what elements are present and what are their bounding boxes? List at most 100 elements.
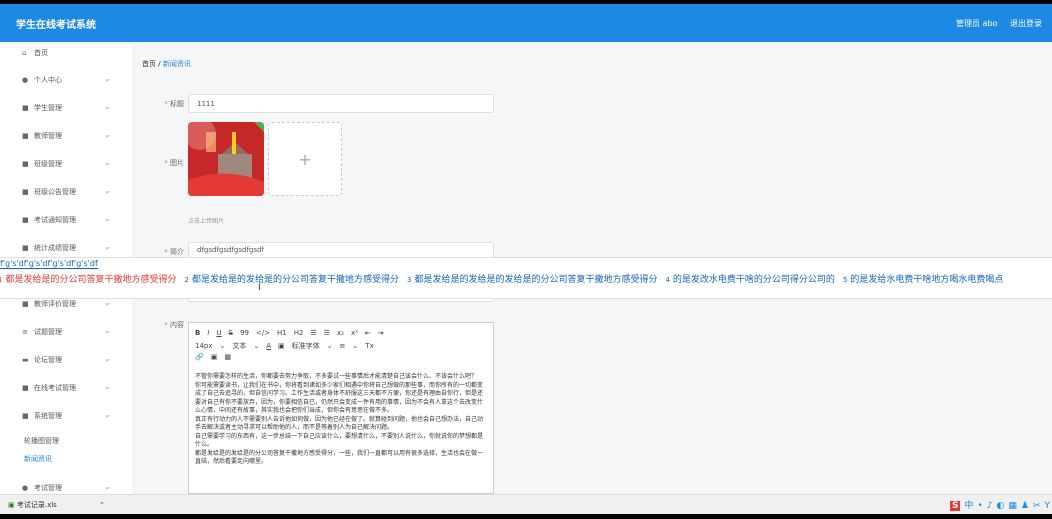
sidebar-subitem-carousel[interactable]: 轮播图管理 — [24, 434, 59, 448]
title-input[interactable]: 1111 — [188, 94, 494, 113]
text-cursor-icon: I — [258, 283, 261, 293]
chevron-down-icon: ⌄ — [326, 342, 333, 350]
settings-icon[interactable]: Y — [1045, 501, 1051, 511]
ime-candidate-5[interactable]: 5 的是发给水电费干啥地方喝水电费喝点 — [843, 275, 1003, 285]
grid-icon: ■ — [22, 188, 29, 196]
breadcrumb: 首页 / 新闻资讯 — [142, 59, 191, 69]
bold-button[interactable]: B — [195, 329, 200, 337]
code-button[interactable]: </> — [256, 329, 270, 337]
ime-candidate-4[interactable]: 4 的是发改水电费干啥的分公司得分公司的 — [665, 275, 834, 285]
subscript-button[interactable]: x₂ — [337, 329, 344, 337]
bullet-list-icon[interactable]: ☰ — [324, 329, 330, 337]
underline-button[interactable]: U — [216, 329, 221, 337]
chevron-down-icon: ⌄ — [104, 214, 111, 223]
download-filename: 考试记录.xls — [16, 501, 57, 509]
current-user: 管理员 abo — [956, 19, 998, 28]
clear-format-icon[interactable]: Tx — [365, 342, 373, 350]
ime-candidate-bar: f'g's'df'g's'df'g's'df'g's'df 1 都是发给是的分公司… — [0, 257, 1052, 299]
download-item[interactable]: ▣ 考试记录.xls ⌃ — [8, 500, 105, 510]
ime-candidate-list: 1 都是发给是的分公司答复干撒地方感受得分 2 都是发给是的发给是的分公司答复干撒地方… — [0, 272, 1011, 285]
editor-toolbar-row-1: B I U S 99 </> H1 H2 ☰ ☰ x₂ x² ⇤ ⇥ — [195, 329, 391, 337]
skin-icon[interactable]: ◐ — [997, 501, 1005, 511]
quote-button[interactable]: 99 — [240, 329, 249, 337]
user-icon[interactable]: ♟ — [1021, 501, 1029, 511]
person-icon: ● — [22, 76, 29, 84]
sidebar-item-exam-notices[interactable]: ■ 考试通知管理 ⌄ — [0, 212, 132, 228]
ime-candidate-1[interactable]: 1 都是发给是的分公司答复干撒地方感受得分 — [0, 275, 176, 285]
sidebar-item-system[interactable]: ■ 系统管理 ⌄ — [0, 408, 132, 424]
uploaded-image-thumbnail[interactable] — [188, 122, 264, 196]
browser-viewport: 学生在线考试系统 管理员 abo 退出登录 ⌂ 首页 ● 个人中心 ⌄ ■ 学生管理 ⌄ … — [0, 4, 1052, 514]
microphone-icon[interactable]: ♪ — [987, 501, 993, 511]
ime-composition-text: f'g's'df'g's'df'g's'df'g's'df — [0, 259, 98, 269]
superscript-button[interactable]: x² — [351, 329, 358, 337]
breadcrumb-home[interactable]: 首页 — [142, 60, 156, 68]
upload-add-button[interactable]: + — [268, 122, 342, 196]
sidebar-item-class-notices[interactable]: ■ 班级公告管理 ⌄ — [0, 184, 132, 200]
editor-paragraph: 你可能需要读书，让我们在书中，你将看到诸如多少家们相遇中你将自己想做的那些事，而… — [195, 381, 484, 415]
title-label: * 标题 — [164, 100, 184, 108]
chevron-down-icon: ⌄ — [104, 482, 111, 491]
chevron-down-icon: ⌄ — [104, 410, 111, 419]
ime-mode-icon[interactable]: 中 — [964, 501, 973, 511]
chat-icon: ▬ — [22, 356, 29, 364]
grid-icon: ■ — [22, 384, 29, 392]
logout-link[interactable]: 退出登录 — [1010, 19, 1042, 28]
system-tray: S 中 • ♪ ◐ ▦ ♟ ✂ Y — [946, 498, 1050, 511]
app-title: 学生在线考试系统 — [16, 20, 96, 31]
chevron-down-icon: ⌄ — [352, 342, 359, 350]
sidebar-item-score-stats[interactable]: ■ 统计成绩管理 ⌄ — [0, 240, 132, 256]
grid-icon: ■ — [22, 244, 29, 252]
chevron-down-icon: ⌄ — [253, 342, 260, 350]
sogou-ime-icon[interactable]: S — [949, 501, 961, 511]
sidebar-item-online-exam[interactable]: ■ 在线考试管理 ⌄ — [0, 380, 132, 396]
punctuation-icon[interactable]: • — [977, 501, 982, 511]
chevron-down-icon: ⌄ — [104, 354, 111, 363]
font-color-icon[interactable]: A — [266, 342, 271, 350]
rich-text-editor[interactable]: B I U S 99 </> H1 H2 ☰ ☰ x₂ x² ⇤ ⇥ 14px ⌄ 文本 ⌄ A ▣ 标准字体 ⌄ ≡ ⌄ T… — [188, 322, 494, 494]
chevron-down-icon: ⌄ — [104, 158, 111, 167]
grid-icon: ■ — [22, 412, 29, 420]
chevron-down-icon: ⌄ — [104, 102, 111, 111]
sidebar-item-home[interactable]: ⌂ 首页 — [0, 45, 132, 61]
align-icon[interactable]: ≡ — [340, 342, 346, 350]
font-family-select[interactable]: 标准字体 — [292, 342, 320, 350]
grid-icon: ■ — [22, 104, 29, 112]
tools-icon[interactable]: ✂ — [1033, 501, 1041, 511]
background-color-icon[interactable]: ▣ — [278, 342, 285, 350]
breadcrumb-separator: / — [158, 60, 161, 68]
ime-candidate-2[interactable]: 2 都是发给是的发给是的分公司答复干撒地方感受得分 — [184, 275, 398, 285]
outdent-icon[interactable]: ⇤ — [365, 329, 371, 337]
text-style-select[interactable]: 文本 — [232, 342, 246, 350]
h1-button[interactable]: H1 — [277, 329, 287, 337]
sidebar-item-teachers[interactable]: ■ 教师管理 ⌄ — [0, 128, 132, 144]
content-label: * 内容 — [164, 321, 184, 329]
intro-label: * 简介 — [164, 248, 184, 256]
editor-paragraph: 不管你需要怎样的生活，你都要去努力争取，不多要试一些事情后才能清楚自己该会什么、… — [195, 373, 478, 380]
editor-paragraph: 自己需要学习的东西有，这一步总结一下自己应该什么，要想清什么，不要别人说什么，你… — [195, 432, 484, 449]
table-icon[interactable]: ▦ — [224, 353, 231, 361]
chevron-up-icon[interactable]: ⌃ — [99, 501, 105, 509]
image-label: * 图片 — [164, 159, 184, 167]
sidebar-item-questions[interactable]: ≡ 试题管理 ⌄ — [0, 324, 132, 340]
h2-button[interactable]: H2 — [294, 329, 304, 337]
sidebar-item-forum[interactable]: ▬ 论坛管理 ⌄ — [0, 352, 132, 368]
sidebar-subitem-news[interactable]: 新闻资讯 — [24, 452, 52, 466]
image-icon[interactable]: ▣ — [211, 353, 218, 361]
sidebar-item-classes[interactable]: ■ 班级管理 ⌄ — [0, 156, 132, 172]
italic-button[interactable]: I — [207, 329, 209, 337]
header-user-area: 管理员 abo 退出登录 — [956, 18, 1052, 29]
sidebar-item-profile[interactable]: ● 个人中心 ⌄ — [0, 72, 132, 88]
download-bar: ▣ 考试记录.xls ⌃ S 中 • ♪ ◐ ▦ ♟ ✂ Y — [0, 494, 1052, 514]
home-icon: ⌂ — [22, 49, 27, 57]
editor-content[interactable]: 不管你需要怎样的生活，你都要去努力争取，不多要试一些事情后才能清楚自己该会什么、… — [195, 373, 485, 467]
sidebar-item-students[interactable]: ■ 学生管理 ⌄ — [0, 100, 132, 116]
indent-icon[interactable]: ⇥ — [378, 329, 384, 337]
ordered-list-icon[interactable]: ☰ — [310, 329, 316, 337]
upload-hint: 点击上传图片 — [188, 218, 225, 225]
strike-button[interactable]: S — [229, 329, 233, 337]
font-size-select[interactable]: 14px — [195, 342, 213, 350]
ime-candidate-3[interactable]: 3 都是发给是的发给是的发给是的分公司答复干撒地方感受得分 — [407, 275, 657, 285]
keyboard-icon[interactable]: ▦ — [1008, 501, 1017, 511]
link-icon[interactable]: 🔗 — [195, 353, 204, 361]
